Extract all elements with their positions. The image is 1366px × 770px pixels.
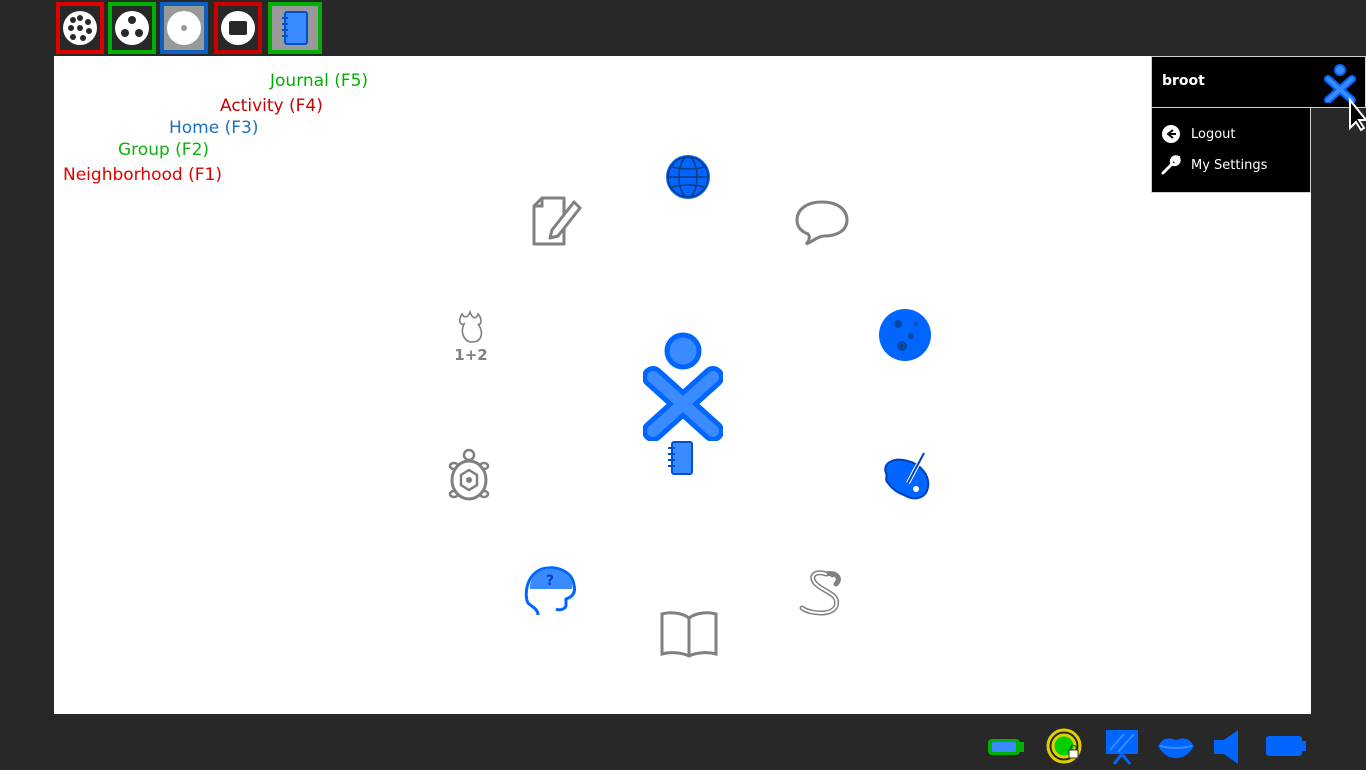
neighborhood-key-label: Neighborhood (F1) <box>63 165 222 185</box>
activity-view-button[interactable] <box>214 2 262 54</box>
mouse-cursor-icon <box>1349 98 1366 132</box>
activity-view-icon <box>221 11 255 45</box>
speech-tray-item[interactable] <box>1156 728 1196 770</box>
write-icon <box>532 196 582 246</box>
speaker-volume-icon <box>1214 730 1238 764</box>
moon-activity[interactable] <box>878 308 932 366</box>
home-view-button[interactable] <box>160 2 208 54</box>
buddy-palette-menu: Logout My Settings <box>1151 108 1311 193</box>
journal-icon <box>668 441 693 475</box>
network-tray-item[interactable] <box>1044 728 1084 770</box>
home-view-icon <box>167 11 201 45</box>
browse-activity[interactable] <box>664 153 712 205</box>
help-head-icon: ? <box>524 566 576 616</box>
battery-tray-item[interactable] <box>986 728 1026 770</box>
svg-text:?: ? <box>546 573 554 589</box>
journal-key-label: Journal (F5) <box>270 71 369 91</box>
turtle-art-icon <box>448 448 490 501</box>
xo-buddy-icon <box>1324 64 1356 103</box>
svg-text:1+2: 1+2 <box>454 346 487 364</box>
group-key-label: Group (F2) <box>118 140 210 160</box>
center-journal[interactable] <box>666 440 696 480</box>
logout-label: Logout <box>1191 126 1236 142</box>
home-view-canvas: Journal (F5) Activity (F4) Home (F3) Gro… <box>54 56 1311 714</box>
neighborhood-view-button[interactable] <box>56 2 104 54</box>
journal-icon <box>282 11 308 45</box>
chat-bubble-icon <box>795 200 849 246</box>
help-activity[interactable]: ? <box>522 563 578 623</box>
group-view-button[interactable] <box>108 2 156 54</box>
group-view-icon <box>115 11 149 45</box>
pippy-snake-icon <box>799 570 841 616</box>
turtleart-activity[interactable] <box>446 448 492 510</box>
volume-tray-item[interactable] <box>1210 728 1250 770</box>
paint-palette-icon <box>884 452 930 500</box>
my-settings-label: My Settings <box>1191 157 1268 173</box>
home-key-label: Home (F3) <box>169 118 259 138</box>
paint-activity[interactable] <box>878 449 934 509</box>
logout-icon <box>1162 125 1180 143</box>
frame-display-icon <box>1106 730 1138 765</box>
frame-tray-item[interactable] <box>1102 728 1142 770</box>
xo-buddy-icon <box>642 332 724 442</box>
browse-globe-icon <box>666 155 710 199</box>
logout-menu-item[interactable]: Logout <box>1160 122 1236 146</box>
my-settings-menu-item[interactable]: My Settings <box>1160 153 1267 177</box>
battery-icon <box>988 739 1024 755</box>
buddy-username: broot <box>1162 73 1205 89</box>
battery-level-tray-item[interactable] <box>1264 728 1308 770</box>
xo-buddy[interactable] <box>642 331 724 445</box>
calculate-activity[interactable]: 1+2 <box>452 309 490 370</box>
wireless-network-icon <box>1046 728 1082 764</box>
speech-lips-icon <box>1158 738 1194 758</box>
wrench-icon <box>1161 155 1181 175</box>
battery-level-icon <box>1266 736 1306 756</box>
buddy-palette-header: broot <box>1151 56 1366 108</box>
journal-button[interactable] <box>268 2 322 54</box>
read-book-icon <box>660 611 718 658</box>
neighborhood-view-icon <box>63 11 97 45</box>
moon-icon <box>879 309 931 361</box>
activity-key-label: Activity (F4) <box>220 96 323 116</box>
calculate-icon: 1+2 <box>454 309 488 364</box>
read-activity[interactable] <box>659 610 719 664</box>
write-activity[interactable] <box>530 194 582 252</box>
chat-activity[interactable] <box>794 198 850 252</box>
pippy-activity[interactable] <box>796 564 848 622</box>
